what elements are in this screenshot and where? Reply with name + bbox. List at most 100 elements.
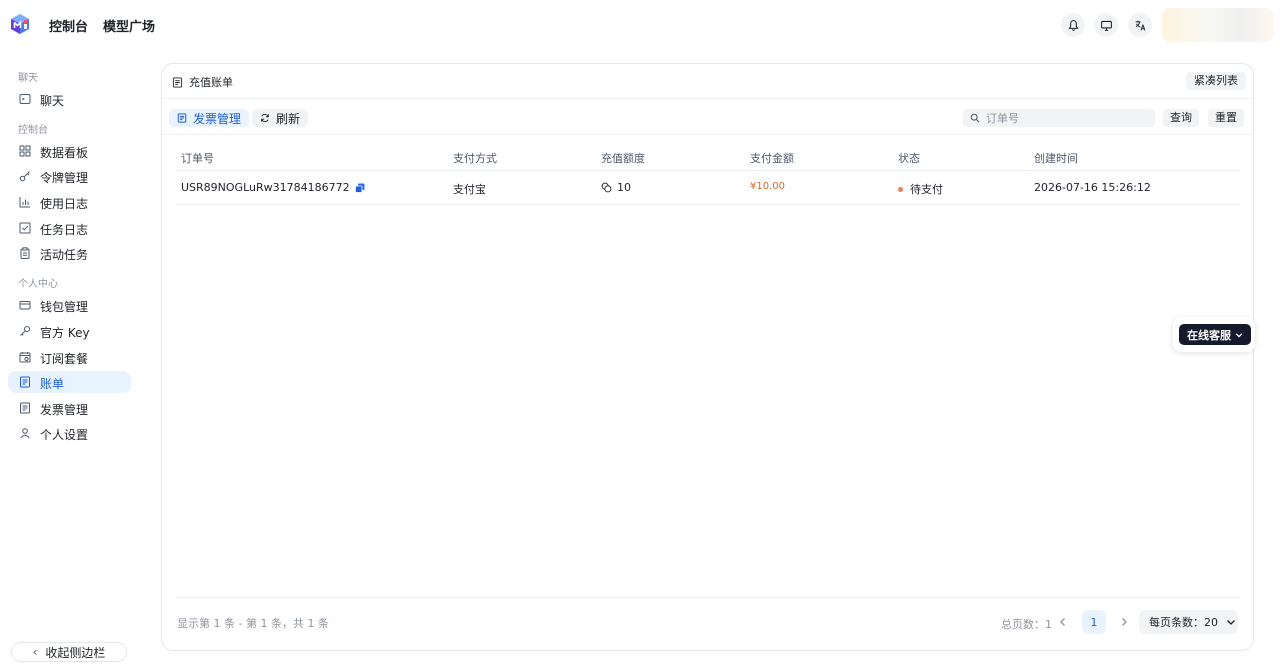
- app-logo-icon[interactable]: [8, 12, 32, 36]
- total-pages-text: 总页数：1: [1001, 618, 1052, 631]
- sidebar-item-label: 订阅套餐: [40, 352, 89, 366]
- order-id-cell: USR89NOGLuRw31784186772: [181, 181, 365, 194]
- sidebar-item-task-log[interactable]: 任务日志: [8, 217, 131, 239]
- sidebar-item-label: 钱包管理: [40, 300, 89, 314]
- wallet-icon: [19, 299, 31, 311]
- translate-icon: [1135, 20, 1145, 31]
- sidebar-item-official-key[interactable]: 官方 Key: [8, 320, 131, 342]
- sidebar-item-label: 活动任务: [40, 248, 89, 262]
- header-row-divider: [176, 170, 1240, 171]
- column-header-created[interactable]: 创建时间: [1034, 150, 1078, 166]
- status-dot-icon: [898, 186, 903, 192]
- sidebar-item-bills[interactable]: 账单: [8, 371, 131, 393]
- page-size-select[interactable]: 每页条数：20: [1139, 610, 1238, 634]
- column-header-amount[interactable]: 支付金额: [750, 150, 794, 166]
- sidebar-item-label: 数据看板: [40, 146, 89, 160]
- prev-page-button[interactable]: [1055, 612, 1071, 632]
- query-button[interactable]: 查询: [1163, 109, 1199, 127]
- chevron-down-icon: [1235, 332, 1243, 338]
- wrench-key-icon: [19, 325, 31, 337]
- order-search-input[interactable]: [986, 111, 1146, 125]
- sidebar-item-label: 聊天: [40, 94, 65, 108]
- bell-icon: [1067, 19, 1079, 31]
- user-icon: [19, 427, 31, 439]
- notification-button[interactable]: [1061, 13, 1085, 37]
- top-header: 控制台 模型广场: [0, 0, 1280, 48]
- collapse-sidebar-button[interactable]: ‹ 收起侧边栏: [11, 642, 127, 662]
- status-badge: 待支付: [898, 181, 943, 197]
- sidebar-item-activity[interactable]: 活动任务: [8, 242, 131, 264]
- sidebar-item-dashboard[interactable]: 数据看板: [8, 140, 131, 162]
- sidebar-item-chat[interactable]: 聊天: [8, 88, 131, 110]
- sidebar-item-label: 账单: [40, 377, 65, 391]
- status-label: 待支付: [910, 183, 943, 196]
- nav-console-link[interactable]: 控制台: [49, 16, 88, 35]
- bar-chart-icon: [19, 196, 31, 208]
- quota-cell: 10: [601, 181, 631, 194]
- online-support-button[interactable]: 在线客服: [1179, 324, 1251, 345]
- language-button[interactable]: [1128, 13, 1152, 37]
- page-title: 充值账单: [189, 76, 233, 89]
- invoice-icon: [19, 402, 31, 414]
- sidebar-item-wallet[interactable]: 钱包管理: [8, 294, 131, 316]
- refresh-icon: [261, 114, 269, 122]
- invoice-management-label: 发票管理: [193, 111, 242, 126]
- next-page-button[interactable]: [1116, 612, 1132, 632]
- invoice-management-button[interactable]: 发票管理: [169, 109, 250, 127]
- sidebar-item-tokens[interactable]: 令牌管理: [8, 165, 131, 187]
- chevron-right-icon: [1122, 618, 1127, 626]
- compact-list-button[interactable]: 紧凑列表: [1186, 72, 1246, 90]
- collapse-sidebar-label: 收起侧边栏: [45, 645, 106, 660]
- checkbox-icon: [19, 222, 31, 234]
- payment-method-cell: 支付宝: [453, 183, 486, 196]
- sidebar-item-invoices[interactable]: 发票管理: [8, 397, 131, 419]
- sidebar-item-settings[interactable]: 个人设置: [8, 422, 131, 444]
- sidebar-item-subscription[interactable]: 订阅套餐: [8, 346, 131, 368]
- card-title: 充值账单: [172, 74, 233, 90]
- chevron-down-icon: [1227, 620, 1235, 625]
- invoice-icon: [177, 113, 187, 123]
- copy-icon[interactable]: [354, 183, 365, 193]
- column-header-quota[interactable]: 充值额度: [601, 150, 645, 166]
- column-header-order[interactable]: 订单号: [181, 150, 214, 166]
- page-size-label: 每页条数：20: [1149, 616, 1218, 629]
- table-header: 订单号 支付方式 充值额度 支付金额 状态 创建时间: [176, 144, 1240, 171]
- sidebar-item-label: 任务日志: [40, 223, 89, 237]
- sidebar-item-label: 发票管理: [40, 403, 89, 417]
- sidebar-item-label: 个人设置: [40, 428, 89, 442]
- calendar-icon: [19, 351, 31, 363]
- order-search-box: [963, 109, 1155, 127]
- header-divider: [162, 98, 1253, 99]
- user-avatar[interactable]: [1162, 8, 1274, 42]
- chevron-left-icon: ‹: [32, 645, 38, 659]
- bill-icon: [19, 376, 31, 388]
- table-row[interactable]: USR89NOGLuRw31784186772 支付宝 10 ¥10.00 待支…: [176, 172, 1240, 205]
- online-support-label: 在线客服: [1187, 328, 1231, 342]
- column-header-method[interactable]: 支付方式: [453, 150, 497, 166]
- billing-card: 充值账单 紧凑列表 发票管理 刷新 查询 重置 订单号 支付方式 充值额度 支付…: [161, 63, 1254, 651]
- reset-button[interactable]: 重置: [1208, 109, 1244, 127]
- payment-amount-cell: ¥10.00: [750, 181, 785, 192]
- dashboard-icon: [19, 145, 31, 157]
- online-support-widget: 在线客服: [1173, 317, 1255, 352]
- created-time-cell: 2026-07-16 15:26:12: [1034, 181, 1151, 194]
- nav-models-link[interactable]: 模型广场: [103, 16, 155, 35]
- refresh-button[interactable]: 刷新: [252, 109, 309, 127]
- row-divider: [176, 204, 1240, 205]
- sidebar-item-label: 官方 Key: [40, 326, 90, 340]
- quota-value: 10: [617, 181, 631, 194]
- search-icon: [970, 113, 980, 123]
- refresh-label: 刷新: [276, 111, 301, 126]
- toolbar-divider: [162, 134, 1253, 135]
- sidebar-item-label: 令牌管理: [40, 171, 89, 185]
- sidebar-item-usage-log[interactable]: 使用日志: [8, 191, 131, 213]
- clipboard-icon: [19, 247, 31, 259]
- page-number-button[interactable]: 1: [1082, 610, 1106, 634]
- display-button[interactable]: [1094, 13, 1118, 37]
- key-icon: [19, 170, 31, 182]
- sidebar-section-chat: 聊天: [18, 73, 38, 84]
- sidebar-item-label: 使用日志: [40, 197, 89, 211]
- sidebar: 聊天 聊天 控制台 数据看板 令牌管理 使用日志 任务日志 活动任务 个人中心 …: [0, 48, 140, 670]
- column-header-status[interactable]: 状态: [898, 150, 920, 166]
- pagination-range-text: 显示第 1 条 - 第 1 条，共 1 条: [177, 617, 329, 630]
